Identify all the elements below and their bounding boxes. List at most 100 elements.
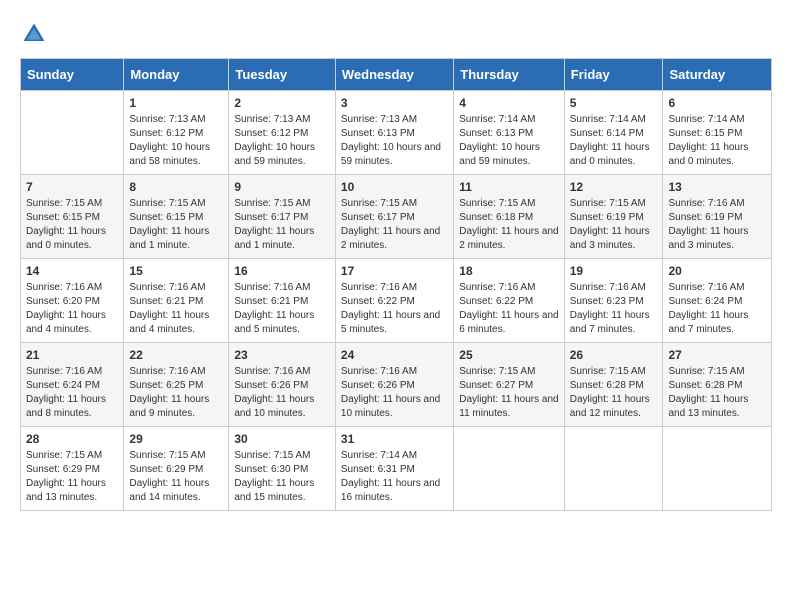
calendar-cell: 14 Sunrise: 7:16 AMSunset: 6:20 PMDaylig…: [21, 259, 124, 343]
day-info: Sunrise: 7:14 AMSunset: 6:14 PMDaylight:…: [570, 113, 658, 169]
day-info: Sunrise: 7:16 AMSunset: 6:24 PMDaylight:…: [26, 365, 118, 421]
column-header-saturday: Saturday: [663, 59, 772, 91]
calendar-cell: 12 Sunrise: 7:15 AMSunset: 6:19 PMDaylig…: [564, 175, 663, 259]
day-info: Sunrise: 7:15 AMSunset: 6:18 PMDaylight:…: [459, 197, 558, 253]
day-number: 17: [341, 264, 448, 278]
day-info: Sunrise: 7:15 AMSunset: 6:30 PMDaylight:…: [234, 449, 330, 505]
calendar-cell: 5 Sunrise: 7:14 AMSunset: 6:14 PMDayligh…: [564, 91, 663, 175]
column-header-friday: Friday: [564, 59, 663, 91]
calendar-cell: 6 Sunrise: 7:14 AMSunset: 6:15 PMDayligh…: [663, 91, 772, 175]
day-number: 21: [26, 348, 118, 362]
calendar-cell: 30 Sunrise: 7:15 AMSunset: 6:30 PMDaylig…: [229, 427, 336, 511]
day-number: 30: [234, 432, 330, 446]
day-number: 3: [341, 96, 448, 110]
day-info: Sunrise: 7:16 AMSunset: 6:26 PMDaylight:…: [234, 365, 330, 421]
day-info: Sunrise: 7:15 AMSunset: 6:29 PMDaylight:…: [26, 449, 118, 505]
calendar-cell: [454, 427, 564, 511]
calendar-cell: 25 Sunrise: 7:15 AMSunset: 6:27 PMDaylig…: [454, 343, 564, 427]
day-info: Sunrise: 7:15 AMSunset: 6:17 PMDaylight:…: [234, 197, 330, 253]
day-number: 16: [234, 264, 330, 278]
day-number: 29: [129, 432, 223, 446]
day-info: Sunrise: 7:16 AMSunset: 6:21 PMDaylight:…: [234, 281, 330, 337]
calendar-cell: 9 Sunrise: 7:15 AMSunset: 6:17 PMDayligh…: [229, 175, 336, 259]
day-info: Sunrise: 7:16 AMSunset: 6:19 PMDaylight:…: [668, 197, 766, 253]
week-row-5: 28 Sunrise: 7:15 AMSunset: 6:29 PMDaylig…: [21, 427, 772, 511]
day-number: 12: [570, 180, 658, 194]
day-number: 1: [129, 96, 223, 110]
column-header-sunday: Sunday: [21, 59, 124, 91]
day-info: Sunrise: 7:16 AMSunset: 6:22 PMDaylight:…: [459, 281, 558, 337]
calendar-cell: 13 Sunrise: 7:16 AMSunset: 6:19 PMDaylig…: [663, 175, 772, 259]
day-number: 25: [459, 348, 558, 362]
calendar-cell: 31 Sunrise: 7:14 AMSunset: 6:31 PMDaylig…: [335, 427, 453, 511]
day-info: Sunrise: 7:15 AMSunset: 6:28 PMDaylight:…: [668, 365, 766, 421]
column-header-monday: Monday: [124, 59, 229, 91]
calendar-cell: 10 Sunrise: 7:15 AMSunset: 6:17 PMDaylig…: [335, 175, 453, 259]
day-number: 26: [570, 348, 658, 362]
calendar-cell: 29 Sunrise: 7:15 AMSunset: 6:29 PMDaylig…: [124, 427, 229, 511]
calendar-cell: 22 Sunrise: 7:16 AMSunset: 6:25 PMDaylig…: [124, 343, 229, 427]
day-number: 18: [459, 264, 558, 278]
week-row-1: 1 Sunrise: 7:13 AMSunset: 6:12 PMDayligh…: [21, 91, 772, 175]
calendar-table: SundayMondayTuesdayWednesdayThursdayFrid…: [20, 58, 772, 511]
day-number: 23: [234, 348, 330, 362]
day-number: 14: [26, 264, 118, 278]
day-number: 31: [341, 432, 448, 446]
day-number: 20: [668, 264, 766, 278]
day-number: 7: [26, 180, 118, 194]
day-info: Sunrise: 7:13 AMSunset: 6:12 PMDaylight:…: [234, 113, 330, 169]
logo: [20, 20, 52, 48]
day-info: Sunrise: 7:16 AMSunset: 6:21 PMDaylight:…: [129, 281, 223, 337]
page-header: [20, 20, 772, 48]
day-number: 11: [459, 180, 558, 194]
day-info: Sunrise: 7:15 AMSunset: 6:29 PMDaylight:…: [129, 449, 223, 505]
day-number: 27: [668, 348, 766, 362]
calendar-cell: 21 Sunrise: 7:16 AMSunset: 6:24 PMDaylig…: [21, 343, 124, 427]
day-info: Sunrise: 7:13 AMSunset: 6:13 PMDaylight:…: [341, 113, 448, 169]
day-number: 22: [129, 348, 223, 362]
day-number: 6: [668, 96, 766, 110]
day-number: 8: [129, 180, 223, 194]
day-info: Sunrise: 7:15 AMSunset: 6:15 PMDaylight:…: [129, 197, 223, 253]
day-info: Sunrise: 7:13 AMSunset: 6:12 PMDaylight:…: [129, 113, 223, 169]
calendar-cell: [21, 91, 124, 175]
calendar-cell: 20 Sunrise: 7:16 AMSunset: 6:24 PMDaylig…: [663, 259, 772, 343]
calendar-cell: [564, 427, 663, 511]
day-number: 24: [341, 348, 448, 362]
column-header-thursday: Thursday: [454, 59, 564, 91]
day-info: Sunrise: 7:15 AMSunset: 6:17 PMDaylight:…: [341, 197, 448, 253]
column-header-wednesday: Wednesday: [335, 59, 453, 91]
day-info: Sunrise: 7:16 AMSunset: 6:24 PMDaylight:…: [668, 281, 766, 337]
calendar-cell: 1 Sunrise: 7:13 AMSunset: 6:12 PMDayligh…: [124, 91, 229, 175]
day-info: Sunrise: 7:15 AMSunset: 6:19 PMDaylight:…: [570, 197, 658, 253]
calendar-cell: 27 Sunrise: 7:15 AMSunset: 6:28 PMDaylig…: [663, 343, 772, 427]
column-header-tuesday: Tuesday: [229, 59, 336, 91]
day-info: Sunrise: 7:15 AMSunset: 6:15 PMDaylight:…: [26, 197, 118, 253]
calendar-header-row: SundayMondayTuesdayWednesdayThursdayFrid…: [21, 59, 772, 91]
day-info: Sunrise: 7:14 AMSunset: 6:31 PMDaylight:…: [341, 449, 448, 505]
day-info: Sunrise: 7:14 AMSunset: 6:13 PMDaylight:…: [459, 113, 558, 169]
day-number: 13: [668, 180, 766, 194]
week-row-2: 7 Sunrise: 7:15 AMSunset: 6:15 PMDayligh…: [21, 175, 772, 259]
calendar-cell: 2 Sunrise: 7:13 AMSunset: 6:12 PMDayligh…: [229, 91, 336, 175]
day-number: 10: [341, 180, 448, 194]
day-number: 15: [129, 264, 223, 278]
calendar-cell: 16 Sunrise: 7:16 AMSunset: 6:21 PMDaylig…: [229, 259, 336, 343]
day-info: Sunrise: 7:14 AMSunset: 6:15 PMDaylight:…: [668, 113, 766, 169]
day-info: Sunrise: 7:15 AMSunset: 6:27 PMDaylight:…: [459, 365, 558, 421]
logo-icon: [20, 20, 48, 48]
calendar-cell: [663, 427, 772, 511]
week-row-3: 14 Sunrise: 7:16 AMSunset: 6:20 PMDaylig…: [21, 259, 772, 343]
calendar-cell: 19 Sunrise: 7:16 AMSunset: 6:23 PMDaylig…: [564, 259, 663, 343]
day-info: Sunrise: 7:16 AMSunset: 6:20 PMDaylight:…: [26, 281, 118, 337]
calendar-cell: 3 Sunrise: 7:13 AMSunset: 6:13 PMDayligh…: [335, 91, 453, 175]
calendar-cell: 7 Sunrise: 7:15 AMSunset: 6:15 PMDayligh…: [21, 175, 124, 259]
day-number: 19: [570, 264, 658, 278]
calendar-cell: 24 Sunrise: 7:16 AMSunset: 6:26 PMDaylig…: [335, 343, 453, 427]
day-info: Sunrise: 7:16 AMSunset: 6:25 PMDaylight:…: [129, 365, 223, 421]
calendar-cell: 18 Sunrise: 7:16 AMSunset: 6:22 PMDaylig…: [454, 259, 564, 343]
calendar-cell: 23 Sunrise: 7:16 AMSunset: 6:26 PMDaylig…: [229, 343, 336, 427]
calendar-cell: 17 Sunrise: 7:16 AMSunset: 6:22 PMDaylig…: [335, 259, 453, 343]
day-info: Sunrise: 7:16 AMSunset: 6:26 PMDaylight:…: [341, 365, 448, 421]
day-number: 2: [234, 96, 330, 110]
